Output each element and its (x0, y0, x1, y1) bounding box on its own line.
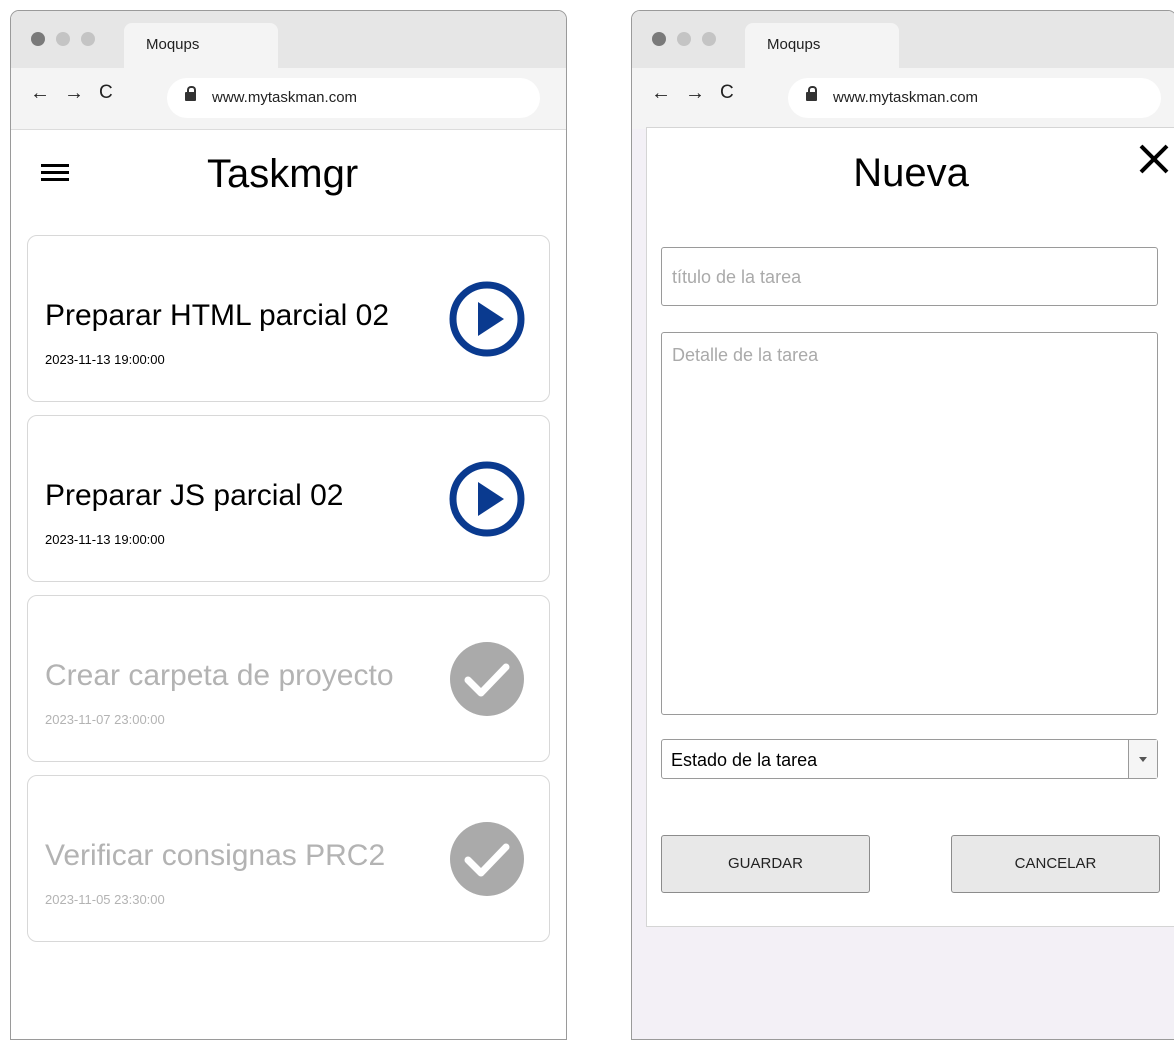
tab-label: Moqups (146, 36, 200, 53)
task-title: Verificar consignas PRC2 (45, 839, 386, 872)
reload-icon[interactable]: C (720, 81, 734, 105)
maximize-window-dot[interactable] (81, 32, 95, 46)
lock-icon (185, 86, 196, 101)
forward-arrow-icon[interactable]: → (685, 81, 705, 105)
tab-strip: Moqups (632, 11, 1174, 68)
task-status-select[interactable]: Estado de la tarea (661, 739, 1158, 779)
minimize-window-dot[interactable] (56, 32, 70, 46)
browser-navbar: ← → C www.mytaskman.com (632, 68, 1174, 130)
play-icon[interactable] (448, 460, 526, 538)
close-window-dot[interactable] (652, 32, 666, 46)
save-button[interactable]: GUARDAR (661, 835, 870, 893)
forward-arrow-icon[interactable]: → (64, 81, 84, 105)
new-task-dialog: Nueva título de la tarea Detalle de la t… (646, 127, 1174, 927)
tab-strip: Moqups (11, 11, 566, 68)
back-arrow-icon[interactable]: ← (30, 81, 50, 105)
task-detail-textarea[interactable]: Detalle de la tarea (661, 332, 1158, 715)
task-date: 2023-11-07 23:00:00 (45, 712, 165, 727)
hamburger-menu-icon[interactable] (41, 164, 69, 182)
lock-icon (806, 86, 817, 101)
task-date: 2023-11-13 19:00:00 (45, 532, 165, 547)
task-card-done[interactable]: Crear carpeta de proyecto 2023-11-07 23:… (27, 595, 550, 762)
task-date: 2023-11-13 19:00:00 (45, 352, 165, 367)
task-title: Crear carpeta de proyecto (45, 659, 394, 692)
window-controls (31, 32, 95, 46)
browser-window-new-task: Moqups ← → C www.mytaskman.com Nueva tít… (631, 10, 1174, 1040)
url-text: www.mytaskman.com (212, 89, 358, 106)
browser-navbar: ← → C www.mytaskman.com (11, 68, 566, 130)
task-title: Preparar JS parcial 02 (45, 479, 344, 512)
maximize-window-dot[interactable] (702, 32, 716, 46)
task-title: Preparar HTML parcial 02 (45, 299, 390, 332)
chevron-down-icon[interactable] (1128, 740, 1157, 778)
url-text: www.mytaskman.com (833, 89, 979, 106)
close-icon[interactable] (1133, 138, 1174, 180)
check-icon[interactable] (448, 820, 526, 898)
address-bar[interactable]: www.mytaskman.com (167, 78, 540, 118)
minimize-window-dot[interactable] (677, 32, 691, 46)
select-value: Estado de la tarea (671, 750, 818, 770)
cancel-button[interactable]: CANCELAR (951, 835, 1160, 893)
placeholder-text: Detalle de la tarea (672, 345, 819, 365)
browser-tab[interactable]: Moqups (745, 23, 899, 68)
placeholder-text: título de la tarea (672, 267, 802, 287)
task-card[interactable]: Preparar JS parcial 02 2023-11-13 19:00:… (27, 415, 550, 582)
play-icon[interactable] (448, 280, 526, 358)
window-controls (652, 32, 716, 46)
task-title-input[interactable]: título de la tarea (661, 247, 1158, 306)
close-window-dot[interactable] (31, 32, 45, 46)
reload-icon[interactable]: C (99, 81, 113, 105)
task-date: 2023-11-05 23:30:00 (45, 892, 165, 907)
back-arrow-icon[interactable]: ← (651, 81, 671, 105)
address-bar[interactable]: www.mytaskman.com (788, 78, 1161, 118)
dialog-title: Nueva (853, 151, 969, 195)
task-card-done[interactable]: Verificar consignas PRC2 2023-11-05 23:3… (27, 775, 550, 942)
tab-label: Moqups (767, 36, 821, 53)
browser-window-task-list: Moqups ← → C www.mytaskman.com Taskmgr P… (10, 10, 567, 1040)
task-card[interactable]: Preparar HTML parcial 02 2023-11-13 19:0… (27, 235, 550, 402)
browser-tab[interactable]: Moqups (124, 23, 278, 68)
app-title: Taskmgr (207, 152, 359, 196)
check-icon[interactable] (448, 640, 526, 718)
